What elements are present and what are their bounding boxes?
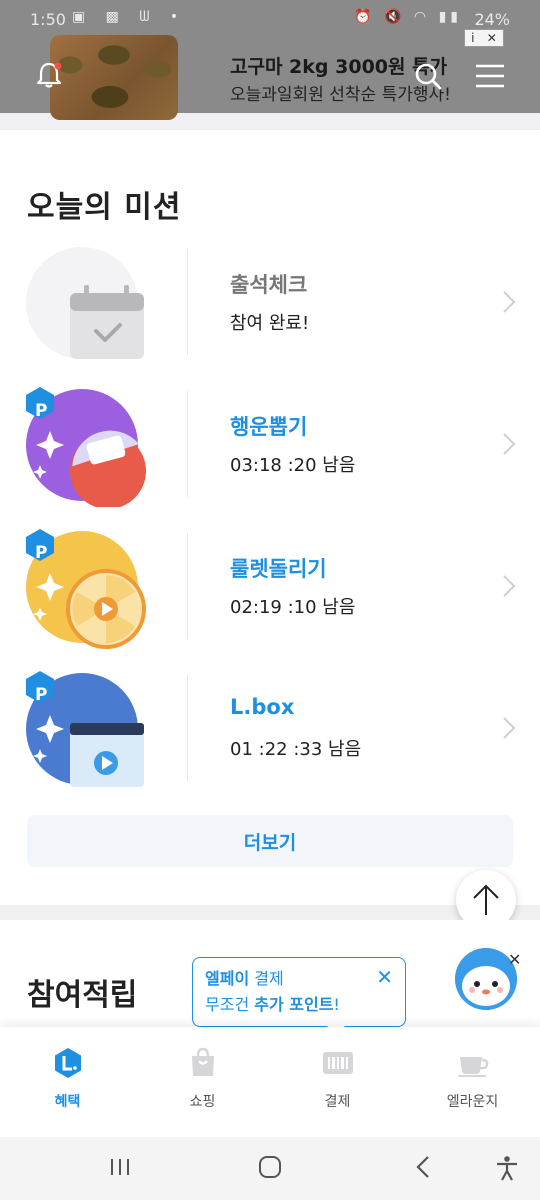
back-icon[interactable] xyxy=(412,1155,436,1179)
ad-choices-badge[interactable]: i ✕ xyxy=(464,29,504,47)
missions-title: 오늘의 미션 xyxy=(27,190,182,225)
notification-icons: ▣ ▩ ᗯ • xyxy=(72,9,187,25)
mission-status: 참여 완료! xyxy=(230,313,310,334)
system-status-icons: ⏰ 🔇 ◠ ▮▮ xyxy=(354,9,462,25)
tooltip-line2-strong: 추가 포인트 xyxy=(254,995,334,1014)
mission-label: 출석체크 xyxy=(230,273,308,297)
nav-label: 엘라운지 xyxy=(446,1094,499,1110)
calendar-check-icon xyxy=(26,247,144,359)
mission-item-lucky-draw[interactable]: P 행운뽑기 03:18 :20 남음 xyxy=(0,387,540,509)
chevron-right-icon xyxy=(503,575,516,597)
shopping-bag-icon xyxy=(191,1047,214,1076)
earn-points-title: 참여적립 xyxy=(27,978,138,1013)
status-time: 1:50 xyxy=(30,10,66,29)
point-badge: P xyxy=(35,685,48,705)
arrow-up-icon xyxy=(473,884,499,915)
lpay-promo-tooltip[interactable]: 엘페이 결제 무조건 추가 포인트! ✕ xyxy=(192,957,406,1038)
nav-tab-lounge[interactable]: 엘라운지 xyxy=(405,1027,540,1137)
tooltip-line2-pre: 무조건 xyxy=(205,995,255,1014)
app-header: 고구마 2kg 3000원 특가 오늘과일회원 선착순 특가행사! i ✕ xyxy=(0,29,540,120)
mission-status: 03:18 :20 남음 xyxy=(230,455,356,476)
battery-level: 24% xyxy=(474,10,510,29)
bottom-navigation: 혜택 쇼핑 결제 엘라운지 xyxy=(0,1027,540,1137)
system-navigation-bar xyxy=(0,1137,540,1200)
tooltip-line2-post: ! xyxy=(333,995,340,1014)
ad-info-icon[interactable]: i xyxy=(471,31,474,45)
barcode-icon xyxy=(322,1052,353,1074)
mission-item-attendance[interactable]: 출석체크 참여 완료! xyxy=(0,245,540,365)
tooltip-brand: 엘페이 xyxy=(205,969,250,988)
mission-item-roulette[interactable]: P 룰렛돌리기 02:19 :10 남음 xyxy=(0,529,540,649)
mission-status: 01 :22 :33 남음 xyxy=(230,739,362,760)
coffee-cup-icon xyxy=(457,1057,488,1077)
mascot-close-icon[interactable]: ✕ xyxy=(508,950,521,969)
mission-label: 행운뽑기 xyxy=(230,415,308,439)
search-icon[interactable] xyxy=(412,60,444,92)
mission-label: 룰렛돌리기 xyxy=(230,557,327,581)
nav-label: 혜택 xyxy=(54,1094,81,1110)
mission-label: L.box xyxy=(230,695,295,719)
ad-close-icon[interactable]: ✕ xyxy=(487,31,497,45)
nav-tab-shopping[interactable]: 쇼핑 xyxy=(135,1027,270,1137)
nav-tab-benefits[interactable]: 혜택 xyxy=(0,1027,135,1137)
home-icon[interactable] xyxy=(258,1155,282,1179)
close-icon[interactable]: ✕ xyxy=(376,964,393,990)
hamburger-menu-icon[interactable] xyxy=(474,62,506,90)
missions-card: 오늘의 미션 출석체크 참여 완료! P 행운뽑기 03:18:20 남음 P… xyxy=(0,130,540,905)
chevron-right-icon xyxy=(503,433,516,455)
tooltip-line1: 결제 xyxy=(249,969,284,988)
bell-icon[interactable] xyxy=(34,60,64,90)
chevron-right-icon xyxy=(503,291,516,313)
point-badge: P xyxy=(35,401,48,421)
point-badge: P xyxy=(35,543,48,563)
more-button[interactable]: 더보기 xyxy=(27,815,513,867)
nav-label: 쇼핑 xyxy=(189,1094,216,1110)
status-bar: 1:50 ▣ ▩ ᗯ • ⏰ 🔇 ◠ ▮▮ 24% xyxy=(0,0,540,38)
mission-status: 02:19 :10 남음 xyxy=(230,597,356,618)
chevron-right-icon xyxy=(503,717,516,739)
recent-apps-icon[interactable] xyxy=(108,1155,132,1179)
nav-label: 결제 xyxy=(324,1094,351,1110)
ad-image[interactable] xyxy=(50,35,178,120)
accessibility-icon[interactable] xyxy=(494,1155,520,1181)
screen: 1:50 ▣ ▩ ᗯ • ⏰ 🔇 ◠ ▮▮ 24% 고구마 2kg 3000원 … xyxy=(0,0,540,1200)
nav-tab-payment[interactable]: 결제 xyxy=(270,1027,405,1137)
l-point-icon xyxy=(54,1048,81,1078)
mission-item-lbox[interactable]: P L.box 01 :22 :33 남음 xyxy=(0,671,540,791)
